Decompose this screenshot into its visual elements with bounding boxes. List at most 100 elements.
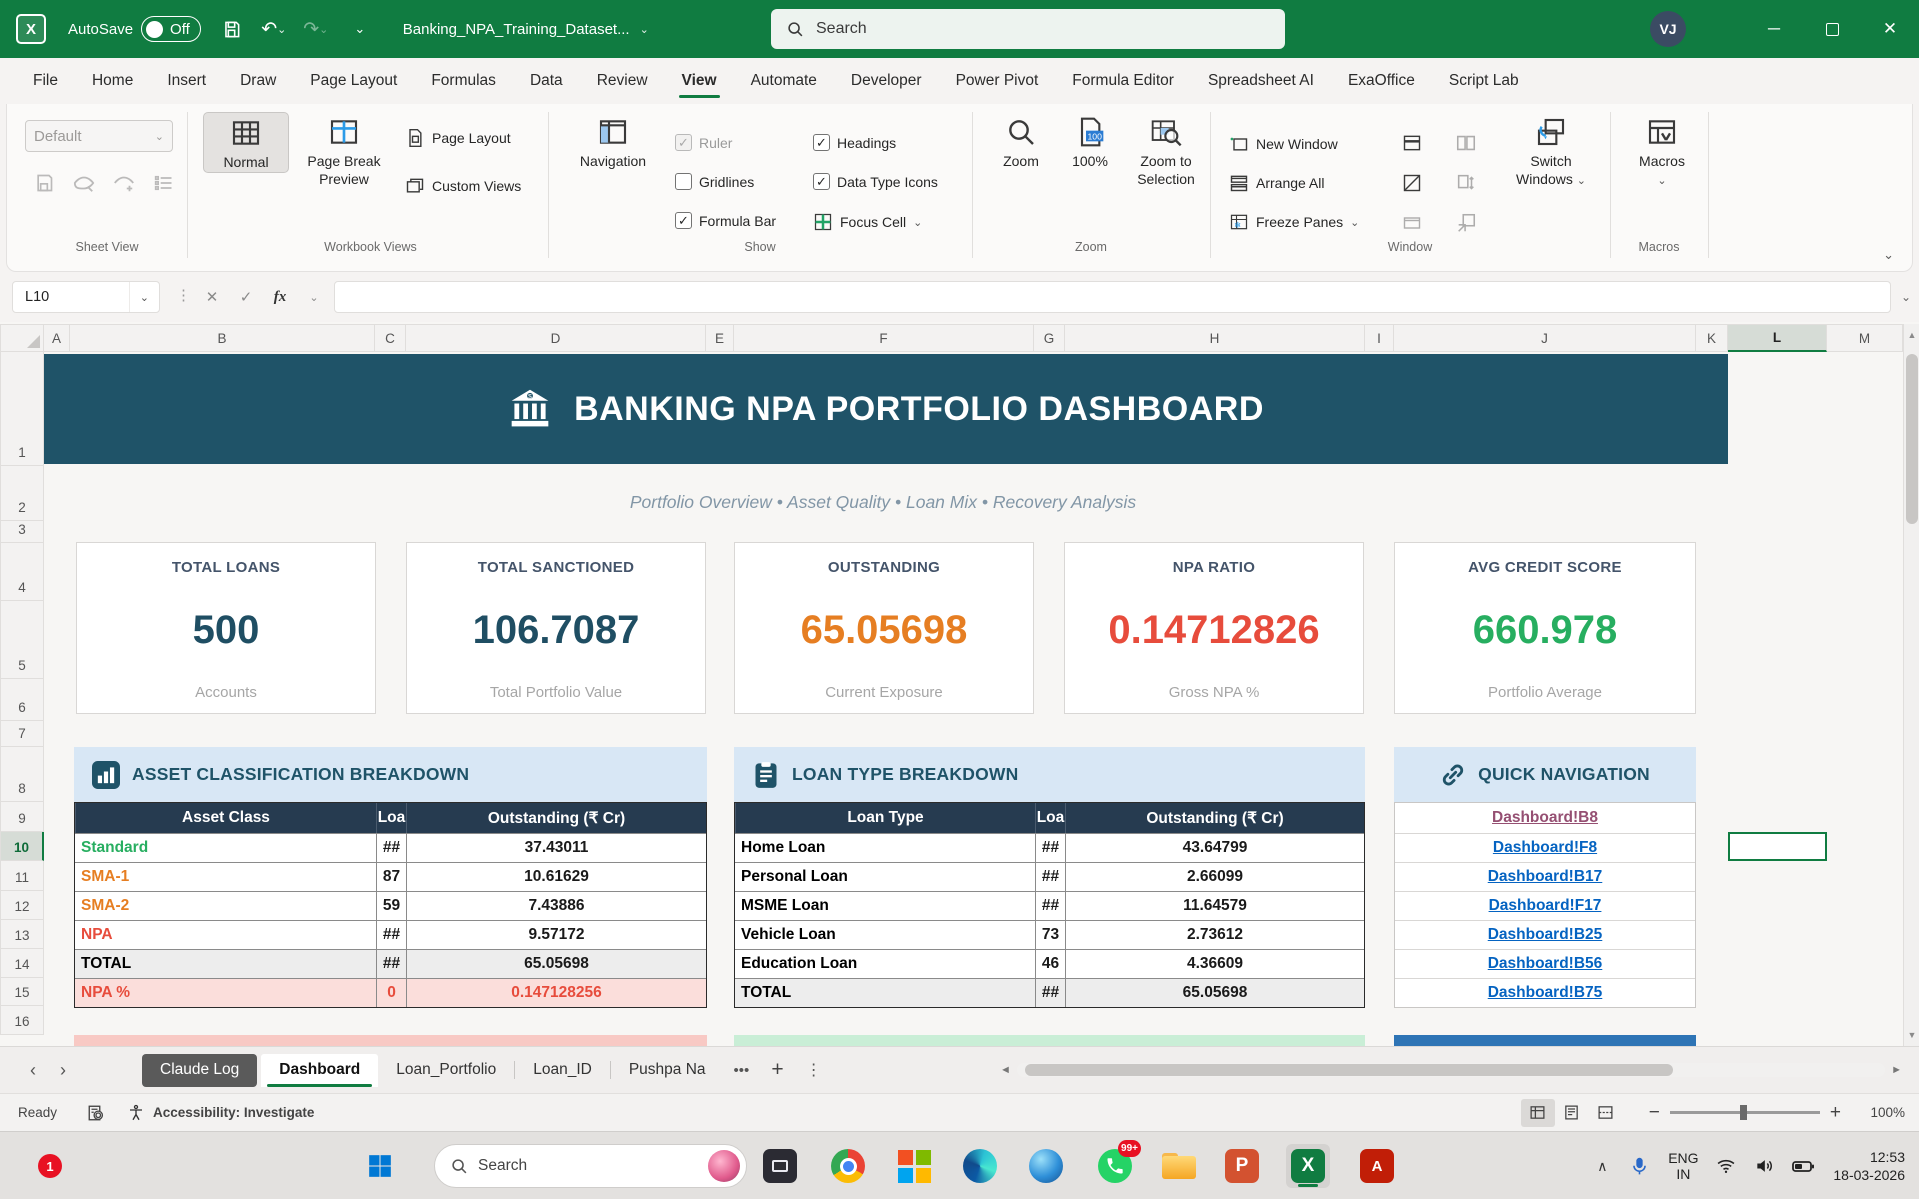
app-edge-icon[interactable] [958, 1144, 1002, 1188]
new-sheet-view-icon[interactable] [111, 170, 137, 196]
quick-nav-row[interactable]: Dashboard!B25 [1395, 920, 1695, 949]
search-box[interactable]: Search [771, 9, 1285, 49]
autosave-toggle[interactable]: AutoSave Off [68, 16, 201, 42]
hide-window-button[interactable] [1399, 170, 1425, 196]
sheet-tab-dashboard[interactable]: Dashboard [261, 1054, 378, 1087]
row-header-5[interactable]: 5 [0, 601, 44, 679]
ribbon-tab-developer[interactable]: Developer [836, 61, 937, 101]
next-sheet-button[interactable]: › [48, 1060, 78, 1081]
quick-nav-link[interactable]: Dashboard!B17 [1488, 868, 1603, 886]
quick-nav-link[interactable]: Dashboard!B56 [1488, 955, 1603, 973]
row-header-15[interactable]: 15 [0, 978, 44, 1006]
normal-view-button[interactable]: Normal [203, 112, 289, 173]
row-header-16[interactable]: 16 [0, 1006, 44, 1035]
app-acrobat-icon[interactable]: A [1355, 1144, 1399, 1188]
name-box[interactable]: L10 ⌄ [12, 281, 160, 313]
maximize-button[interactable] [1803, 0, 1861, 58]
zoom-slider-thumb[interactable] [1740, 1105, 1747, 1120]
freeze-panes-button[interactable]: ❄ Freeze Panes ⌄ [1229, 212, 1359, 232]
sheet-tab-pushpa[interactable]: Pushpa Na [611, 1054, 724, 1087]
view-side-by-side-button[interactable] [1453, 130, 1479, 156]
sheet-tab-loan-portfolio[interactable]: Loan_Portfolio [378, 1054, 514, 1087]
zoom-in-button[interactable]: + [1830, 1102, 1841, 1124]
table-row[interactable]: Vehicle Loan 73 2.73612 [735, 920, 1364, 949]
vertical-scroll-thumb[interactable] [1906, 354, 1918, 524]
table-row-total[interactable]: TOTAL ## 65.05698 [75, 949, 706, 978]
ribbon-tab-data[interactable]: Data [515, 61, 578, 101]
tray-expand-icon[interactable]: ∧ [1585, 1158, 1619, 1175]
app-chrome-icon[interactable] [826, 1144, 870, 1188]
quick-nav-row[interactable]: Dashboard!B17 [1395, 862, 1695, 891]
row-header-6[interactable]: 6 [0, 679, 44, 721]
ribbon-tab-formulas[interactable]: Formulas [416, 61, 511, 101]
focus-cell-button[interactable]: Focus Cell ⌄ [813, 212, 922, 232]
ribbon-tab-spreadsheet-ai[interactable]: Spreadsheet AI [1193, 61, 1329, 101]
save-button[interactable] [215, 12, 249, 46]
selected-cell-L10[interactable] [1728, 832, 1827, 861]
ribbon-tab-draw[interactable]: Draw [225, 61, 291, 101]
page-layout-view-button[interactable]: Page Layout [405, 128, 511, 148]
quick-nav-link[interactable]: Dashboard!F8 [1493, 839, 1597, 857]
language-indicator[interactable]: ENGIN [1659, 1150, 1707, 1182]
vertical-scrollbar[interactable]: ▲ ▼ [1903, 324, 1919, 1046]
column-header-i[interactable]: I [1365, 324, 1394, 352]
headings-checkbox[interactable]: Headings [813, 134, 896, 151]
chevron-down-icon[interactable]: ⌄ [298, 281, 330, 313]
quick-nav-link[interactable]: Dashboard!B25 [1488, 926, 1603, 944]
quick-nav-row[interactable]: Dashboard!F8 [1395, 833, 1695, 862]
table-row[interactable]: Home Loan ## 43.64799 [735, 833, 1364, 862]
taskbar-search[interactable]: Search [434, 1144, 747, 1188]
column-header-f[interactable]: F [734, 324, 1034, 352]
switch-windows-button[interactable]: Switch Windows ⌄ [1503, 112, 1599, 188]
customize-quick-access-button[interactable]: ⌄ [343, 12, 377, 46]
zoom-to-selection-button[interactable]: Zoom to Selection [1125, 112, 1207, 188]
zoom-button[interactable]: Zoom [985, 112, 1057, 171]
page-break-view-button-status[interactable] [1589, 1099, 1623, 1127]
table-row[interactable]: SMA-1 87 10.61629 [75, 862, 706, 891]
column-header-j[interactable]: J [1394, 324, 1696, 352]
row-header-11[interactable]: 11 [0, 861, 44, 891]
more-sheets-icon[interactable]: ••• [724, 1062, 760, 1079]
expand-formula-bar-button[interactable]: ⌄ [1901, 290, 1911, 304]
speaker-icon[interactable] [1745, 1156, 1783, 1176]
quick-nav-row[interactable]: Dashboard!B56 [1395, 949, 1695, 978]
new-window-button[interactable]: New Window [1229, 134, 1338, 154]
unhide-window-button[interactable] [1399, 210, 1425, 236]
normal-view-button-status[interactable] [1521, 1099, 1555, 1127]
app-powerpoint-icon[interactable]: P [1220, 1144, 1264, 1188]
new-sheet-button[interactable]: + [759, 1058, 795, 1082]
ribbon-tab-formula-editor[interactable]: Formula Editor [1057, 61, 1189, 101]
app-copilot-icon[interactable] [1024, 1144, 1068, 1188]
synchronous-scrolling-button[interactable] [1453, 170, 1479, 196]
column-header-l[interactable]: L [1728, 324, 1827, 352]
page-break-preview-button[interactable]: Page Break Preview [291, 112, 397, 188]
row-header-13[interactable]: 13 [0, 920, 44, 949]
split-button[interactable] [1399, 130, 1425, 156]
table-row[interactable]: Standard ## 37.43011 [75, 833, 706, 862]
column-header-g[interactable]: G [1034, 324, 1065, 352]
row-header-14[interactable]: 14 [0, 949, 44, 978]
clock[interactable]: 12:53 18-03-2026 [1833, 1148, 1905, 1184]
formula-bar-checkbox[interactable]: Formula Bar [675, 212, 776, 229]
scroll-left-icon[interactable]: ◄ [1000, 1064, 1017, 1076]
zoom-100-button[interactable]: 100 100% [1057, 112, 1123, 171]
ribbon-tab-review[interactable]: Review [582, 61, 663, 101]
horizontal-scrollbar[interactable]: ◄ ► [1000, 1059, 1902, 1081]
custom-views-button[interactable]: Custom Views [405, 176, 521, 196]
avatar[interactable]: VJ [1650, 11, 1686, 47]
zoom-level[interactable]: 100% [1859, 1105, 1905, 1120]
navigation-button[interactable]: Navigation [565, 112, 661, 171]
quick-nav-link[interactable]: Dashboard!B75 [1488, 984, 1603, 1002]
horizontal-scroll-thumb[interactable] [1025, 1064, 1673, 1076]
ribbon-tab-view[interactable]: View [667, 61, 732, 101]
document-title[interactable]: Banking_NPA_Training_Dataset... ⌄ [403, 21, 649, 38]
row-header-3[interactable]: 3 [0, 521, 44, 543]
table-row[interactable]: NPA ## 9.57172 [75, 920, 706, 949]
table-row[interactable]: MSME Loan ## 11.64579 [735, 891, 1364, 920]
row-header-4[interactable]: 4 [0, 543, 44, 601]
sheet-tab-loan-id[interactable]: Loan_ID [515, 1054, 610, 1087]
row-header-8[interactable]: 8 [0, 747, 44, 802]
scroll-right-icon[interactable]: ► [1885, 1064, 1902, 1076]
column-header-h[interactable]: H [1065, 324, 1365, 352]
microphone-icon[interactable] [1619, 1157, 1659, 1176]
